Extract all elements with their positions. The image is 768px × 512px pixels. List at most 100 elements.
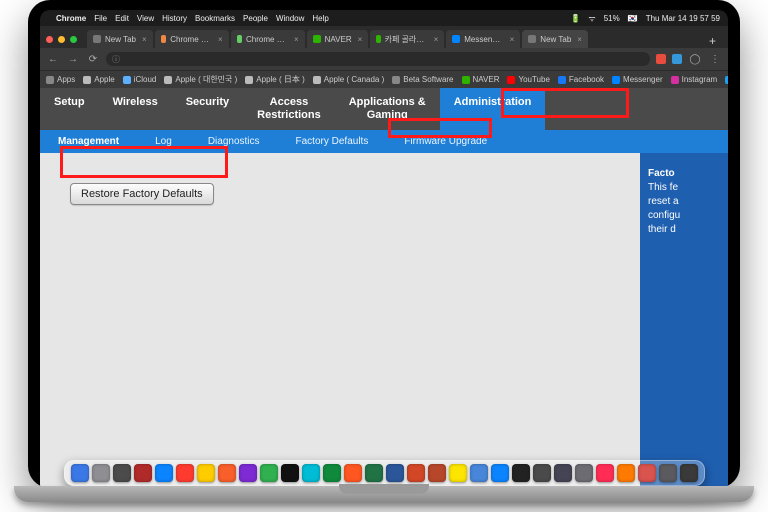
laptop-frame: Chrome File Edit View History Bookmarks … xyxy=(28,0,740,488)
dock-app-icon[interactable] xyxy=(239,464,257,482)
dock-app-icon[interactable] xyxy=(281,464,299,482)
extension-icon[interactable] xyxy=(656,54,666,64)
bookmark-item[interactable]: iCloud xyxy=(123,75,157,84)
bookmark-favicon-icon xyxy=(507,76,515,84)
dock-app-icon[interactable] xyxy=(260,464,278,482)
dock-app-icon[interactable] xyxy=(428,464,446,482)
close-tab-icon[interactable]: × xyxy=(577,35,582,44)
forward-button[interactable]: → xyxy=(66,52,80,66)
dock-app-icon[interactable] xyxy=(470,464,488,482)
primary-nav-item[interactable]: Access Restrictions xyxy=(243,88,335,130)
sub-nav-item[interactable]: Firmware Upgrade xyxy=(386,130,505,153)
bookmark-label: Apple ( 대한민국 ) xyxy=(175,74,237,85)
dock-app-icon[interactable] xyxy=(323,464,341,482)
dock-app-icon[interactable] xyxy=(680,464,698,482)
close-tab-icon[interactable]: × xyxy=(510,35,515,44)
dock-app-icon[interactable] xyxy=(449,464,467,482)
tab-favicon-icon xyxy=(237,35,242,43)
bookmark-item[interactable]: Apple ( 대한민국 ) xyxy=(164,74,237,85)
dock-app-icon[interactable] xyxy=(218,464,236,482)
bookmark-item[interactable]: Instagram xyxy=(671,75,718,84)
bookmark-item[interactable]: Apple xyxy=(83,75,114,84)
primary-nav-item[interactable]: Administration xyxy=(440,88,546,130)
menu-help[interactable]: Help xyxy=(312,14,328,23)
menubar-clock[interactable]: Thu Mar 14 19 57 59 xyxy=(646,14,720,23)
dock-app-icon[interactable] xyxy=(197,464,215,482)
dock-app-icon[interactable] xyxy=(344,464,362,482)
bookmark-item[interactable]: Messenger xyxy=(612,75,663,84)
menu-window[interactable]: Window xyxy=(276,14,304,23)
minimize-window-button[interactable] xyxy=(58,36,65,43)
menu-people[interactable]: People xyxy=(243,14,268,23)
browser-tab[interactable]: Chrome 커뮤니티× xyxy=(155,30,229,48)
chrome-menu-icon[interactable]: ⋮ xyxy=(708,52,722,66)
bookmark-item[interactable]: Apple ( 日本 ) xyxy=(245,74,304,85)
dock-app-icon[interactable] xyxy=(407,464,425,482)
menu-history[interactable]: History xyxy=(162,14,187,23)
browser-tab[interactable]: NAVER× xyxy=(307,30,369,48)
menu-file[interactable]: File xyxy=(94,14,107,23)
browser-tab[interactable]: 카페 골라가,꽤 쓰는 사..× xyxy=(370,30,444,48)
close-tab-icon[interactable]: × xyxy=(218,35,223,44)
dock-app-icon[interactable] xyxy=(302,464,320,482)
dock-app-icon[interactable] xyxy=(491,464,509,482)
back-button[interactable]: ← xyxy=(46,52,60,66)
sub-nav-item[interactable]: Diagnostics xyxy=(190,130,278,153)
browser-tab[interactable]: Chrome 웹 스토어× xyxy=(231,30,305,48)
dock-app-icon[interactable] xyxy=(386,464,404,482)
dock-app-icon[interactable] xyxy=(365,464,383,482)
dock-app-icon[interactable] xyxy=(533,464,551,482)
dock-app-icon[interactable] xyxy=(92,464,110,482)
laptop-base xyxy=(14,486,754,502)
close-tab-icon[interactable]: × xyxy=(142,35,147,44)
dock-app-icon[interactable] xyxy=(617,464,635,482)
site-info-icon[interactable]: ⓘ xyxy=(112,54,120,65)
close-tab-icon[interactable]: × xyxy=(358,35,363,44)
bookmark-item[interactable]: NAVER xyxy=(462,75,500,84)
primary-nav-item[interactable]: Setup xyxy=(40,88,99,130)
close-tab-icon[interactable]: × xyxy=(434,35,439,44)
dock-app-icon[interactable] xyxy=(176,464,194,482)
input-source-icon[interactable]: 🇰🇷 xyxy=(628,14,638,23)
dock-app-icon[interactable] xyxy=(554,464,572,482)
bookmark-item[interactable]: Beta Software xyxy=(392,75,453,84)
primary-nav-item[interactable]: Applications & Gaming xyxy=(335,88,440,130)
dock-app-icon[interactable] xyxy=(596,464,614,482)
fullscreen-window-button[interactable] xyxy=(70,36,77,43)
menu-bookmarks[interactable]: Bookmarks xyxy=(195,14,235,23)
dock-app-icon[interactable] xyxy=(512,464,530,482)
bookmark-item[interactable]: YouTube xyxy=(507,75,549,84)
menu-view[interactable]: View xyxy=(137,14,154,23)
dock-app-icon[interactable] xyxy=(659,464,677,482)
dock-app-icon[interactable] xyxy=(155,464,173,482)
bookmark-item[interactable]: 트위터 xyxy=(725,74,728,85)
bookmark-item[interactable]: Apps xyxy=(46,75,75,84)
browser-tab[interactable]: New Tab× xyxy=(87,30,153,48)
close-window-button[interactable] xyxy=(46,36,53,43)
primary-nav-item[interactable]: Security xyxy=(172,88,243,130)
dock-app-icon[interactable] xyxy=(134,464,152,482)
close-tab-icon[interactable]: × xyxy=(294,35,299,44)
sub-nav-item[interactable]: Log xyxy=(137,130,190,153)
menu-edit[interactable]: Edit xyxy=(115,14,129,23)
active-app-name[interactable]: Chrome xyxy=(56,14,86,23)
primary-nav-item[interactable]: Wireless xyxy=(99,88,172,130)
wifi-icon[interactable]: ᯤ xyxy=(588,13,595,24)
new-tab-button[interactable]: + xyxy=(703,34,722,48)
restore-factory-defaults-button[interactable]: Restore Factory Defaults xyxy=(70,183,214,205)
battery-icon[interactable]: 🔋 xyxy=(570,14,580,23)
browser-tab[interactable]: New Tab× xyxy=(522,30,588,48)
dock-app-icon[interactable] xyxy=(575,464,593,482)
sub-nav-item[interactable]: Management xyxy=(40,130,137,153)
bookmark-item[interactable]: Apple ( Canada ) xyxy=(313,75,384,84)
sub-nav-item[interactable]: Factory Defaults xyxy=(278,130,387,153)
extension-icon[interactable] xyxy=(672,54,682,64)
dock-app-icon[interactable] xyxy=(638,464,656,482)
dock-app-icon[interactable] xyxy=(113,464,131,482)
browser-tab[interactable]: Messenger× xyxy=(446,30,520,48)
address-bar[interactable]: ⓘ xyxy=(106,52,650,66)
account-icon[interactable]: ◯ xyxy=(688,52,702,66)
reload-button[interactable]: ⟳ xyxy=(86,52,100,66)
dock-app-icon[interactable] xyxy=(71,464,89,482)
bookmark-item[interactable]: Facebook xyxy=(558,75,604,84)
